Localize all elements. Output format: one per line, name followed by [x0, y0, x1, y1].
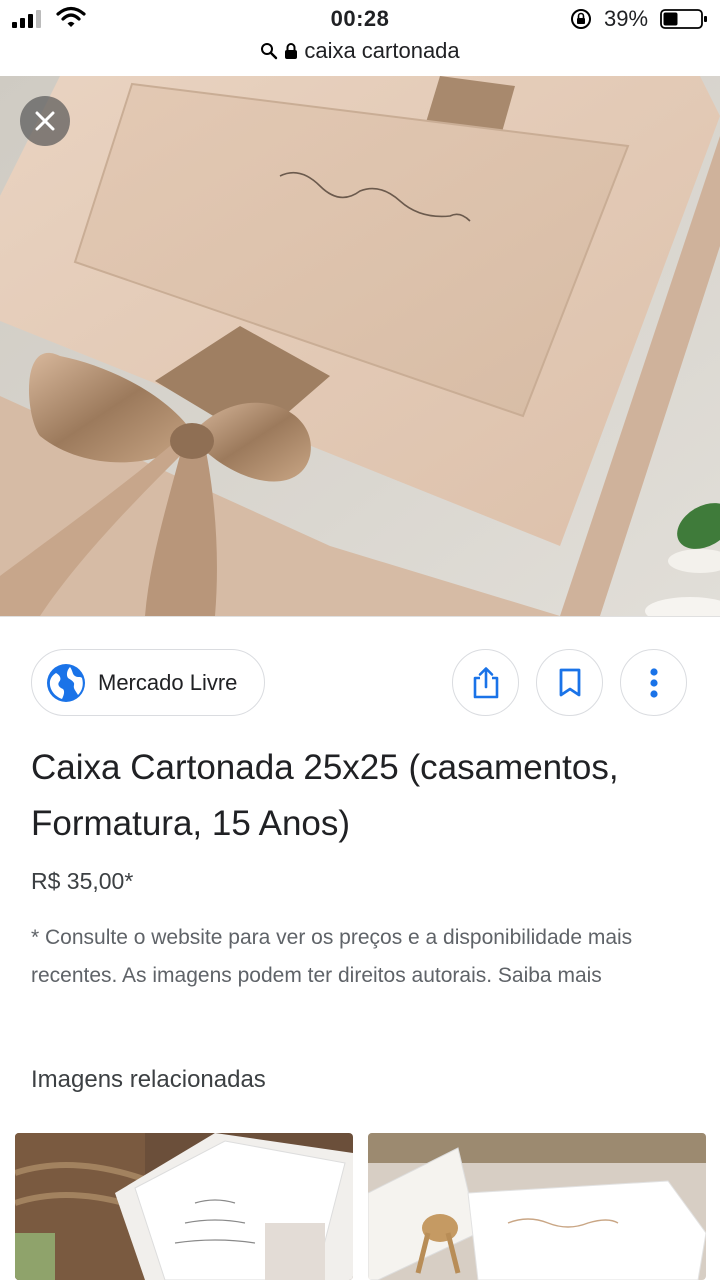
product-title[interactable]: Caixa Cartonada 25x25 (casamentos, Forma…	[31, 740, 701, 852]
search-icon	[261, 43, 278, 60]
source-link-chip[interactable]: Mercado Livre	[31, 649, 265, 716]
close-button[interactable]	[20, 96, 70, 146]
url-text: caixa cartonada	[304, 38, 460, 63]
related-images-heading: Imagens relacionadas	[31, 1066, 266, 1093]
bookmark-icon	[559, 668, 580, 696]
related-image-thumbnail[interactable]	[15, 1133, 353, 1280]
globe-icon	[47, 663, 85, 702]
battery-icon	[660, 9, 707, 29]
more-options-button[interactable]	[620, 649, 687, 716]
product-image	[0, 76, 720, 616]
save-button[interactable]	[536, 649, 603, 716]
divider	[0, 616, 720, 617]
related-image-thumbnail[interactable]	[368, 1133, 706, 1280]
source-label: Mercado Livre	[98, 669, 238, 695]
more-vert-icon	[649, 667, 658, 698]
status-bar: 00:28 39%	[0, 0, 720, 38]
rotation-lock-icon	[571, 9, 591, 29]
lock-icon	[285, 43, 298, 59]
battery-percent: 39%	[604, 6, 649, 31]
share-icon	[473, 666, 498, 698]
close-icon	[35, 111, 55, 131]
share-button[interactable]	[452, 649, 519, 716]
price-disclaimer: * Consulte o website para ver os preços …	[31, 926, 633, 987]
url-bar[interactable]: caixa cartonada	[0, 38, 720, 76]
product-price: R$ 35,00*	[31, 868, 134, 894]
